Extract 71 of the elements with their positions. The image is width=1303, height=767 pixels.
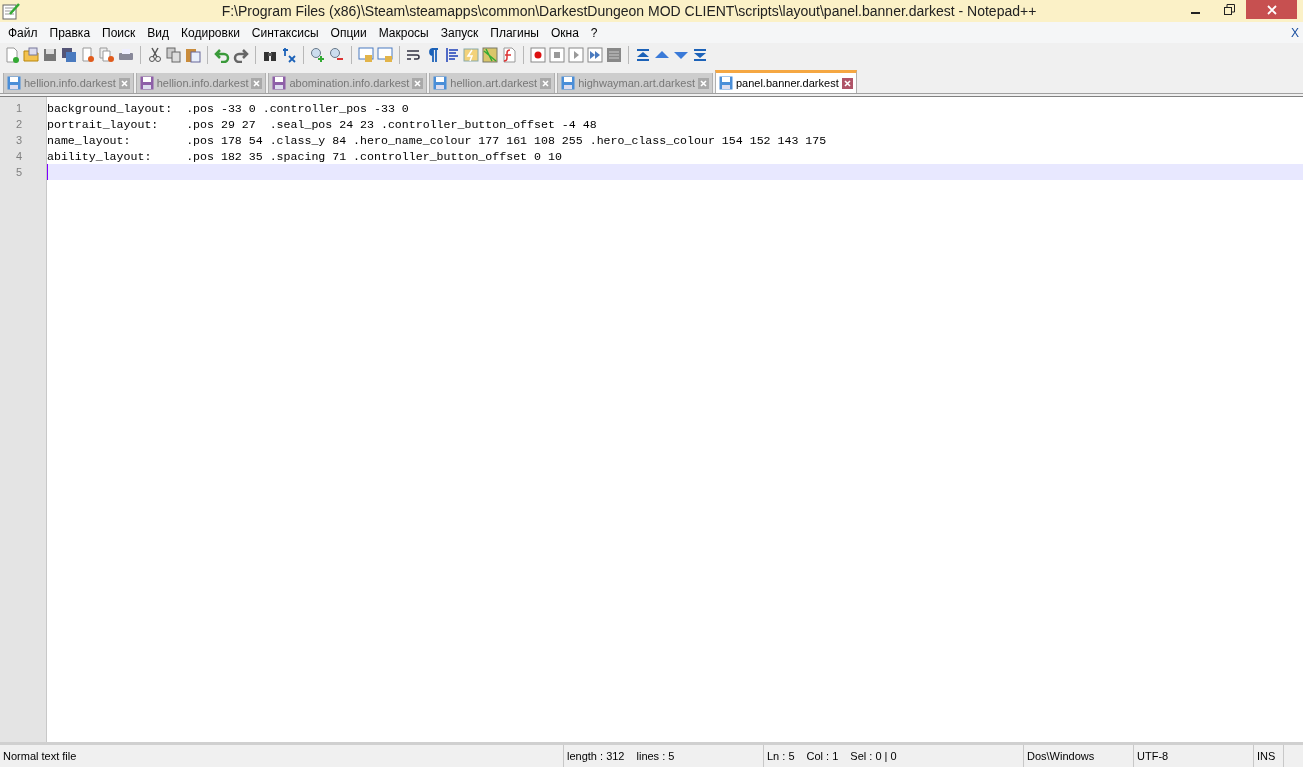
undo-icon[interactable] [214, 47, 230, 63]
menu-item[interactable]: Окна [544, 25, 585, 40]
find-replace-icon[interactable] [281, 47, 297, 63]
function-list-icon[interactable] [501, 47, 517, 63]
close-icon[interactable] [412, 77, 424, 89]
indent-guide-icon[interactable] [444, 47, 460, 63]
line-number: 2 [14, 117, 23, 132]
redo-icon[interactable] [233, 47, 249, 63]
menu-item[interactable]: Синтаксисы [245, 25, 325, 40]
close-document-button[interactable]: X [1291, 25, 1299, 40]
record-icon[interactable] [530, 47, 546, 63]
minimize-icon [1190, 11, 1200, 14]
line-indicator: Ln : 5 [767, 750, 795, 762]
close-icon[interactable] [841, 77, 853, 89]
stop-icon[interactable] [549, 47, 565, 63]
close-icon[interactable] [697, 77, 709, 89]
file-tab[interactable]: panel.banner.darkest [714, 70, 857, 93]
menu-item[interactable]: ? [584, 25, 604, 40]
selection-indicator: Sel : 0 | 0 [850, 750, 897, 762]
menu-item[interactable]: Поиск [96, 25, 142, 40]
scissors-icon[interactable] [147, 47, 163, 63]
menu-item[interactable]: Запуск [434, 25, 485, 40]
folder-icon[interactable] [23, 47, 39, 63]
printer-icon[interactable] [118, 47, 134, 63]
window-title: F:\Program Files (x86)\Steam\steamapps\common\DarkestDungeon MOD CLIENT\scripts\layout\panel.banner.darkest - Notepad++ [220, 3, 1038, 19]
menu-item[interactable]: Кодировки [175, 25, 246, 40]
window-lock-icon[interactable] [377, 47, 393, 63]
zoom-out-icon[interactable] [329, 47, 345, 63]
line-ending: Dos\Windows [1027, 750, 1095, 762]
zoom-in-icon[interactable] [310, 47, 326, 63]
line-number: 4 [14, 149, 23, 164]
play-icon[interactable] [568, 47, 584, 63]
word-wrap-icon[interactable] [406, 47, 422, 63]
line-number: 3 [14, 133, 23, 148]
floppy-disks-icon[interactable] [61, 47, 77, 63]
lightning-panel-icon[interactable] [463, 47, 479, 63]
menu-item[interactable]: Плагины [484, 25, 545, 40]
text-cursor [47, 164, 48, 180]
menu-item[interactable]: Правка [43, 25, 97, 40]
close-icon [1266, 4, 1277, 15]
menu-item[interactable]: Опции [324, 25, 373, 40]
restore-icon [1223, 4, 1235, 15]
menu-item[interactable]: Файл [2, 25, 44, 40]
close-icon[interactable] [540, 77, 552, 89]
notepad-icon[interactable] [2, 2, 20, 20]
code-line: ability_layout: .pos 182 35 .spacing 71 .controller_button_offset 0 10 [47, 149, 562, 163]
code-line: background_layout: .pos -33 0 .controller_pos -33 0 [47, 101, 409, 115]
window-icon[interactable] [358, 47, 374, 63]
first-icon[interactable] [635, 47, 651, 63]
insert-mode: INS [1257, 750, 1276, 762]
fast-forward-icon[interactable] [587, 47, 603, 63]
column-indicator: Col : 1 [806, 750, 839, 762]
file-type: Normal text file [3, 750, 77, 762]
close-files-icon[interactable] [99, 47, 115, 63]
close-file-icon[interactable] [80, 47, 96, 63]
length-indicator: length : 312 [567, 750, 625, 762]
lines-indicator: lines : 5 [636, 750, 675, 762]
code-line: portrait_layout: .pos 29 27 .seal_pos 24 23 .controller_button_offset -4 48 [47, 117, 597, 131]
close-icon[interactable] [251, 77, 263, 89]
new-file-icon[interactable] [4, 47, 20, 63]
clipboard-icon[interactable] [185, 47, 201, 63]
copy-icon[interactable] [166, 47, 182, 63]
encoding: UTF-8 [1137, 750, 1169, 762]
line-number: 5 [14, 165, 23, 180]
menu-item[interactable]: Вид [141, 25, 176, 40]
close-icon[interactable] [118, 77, 130, 89]
macro-list-icon[interactable] [606, 47, 622, 63]
code-line: name_layout: .pos 178 54 .class_y 84 .hero_name_colour 177 161 108 255 .hero_class_colour 154 152 143 175 [47, 133, 827, 147]
menu-item[interactable]: Макросы [372, 25, 435, 40]
last-icon[interactable] [692, 47, 708, 63]
line-number: 1 [14, 101, 23, 116]
